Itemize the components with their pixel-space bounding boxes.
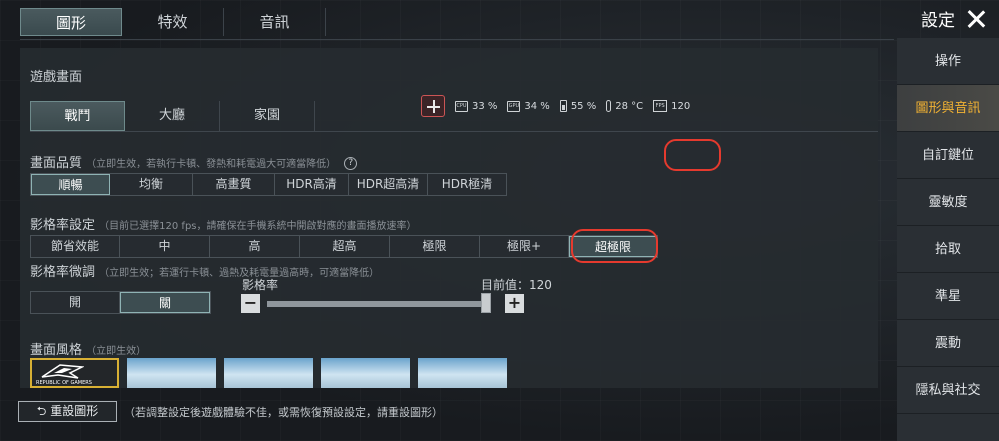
page-title: 設定 (921, 11, 955, 31)
fps-highlight-ring (664, 139, 721, 171)
fine-tune-label-row: 影格率微調 （立即生效；若運行卡頓、過熱及耗電量過高時，可適當降低） (30, 261, 379, 280)
framerate-option[interactable]: 中 (120, 236, 210, 257)
fine-tune-toggle: 開 關 (30, 291, 211, 314)
reset-graphics-button[interactable]: ⮌ 重設圖形 (18, 401, 117, 422)
temperature-stat: 28 °C (606, 100, 643, 112)
tab-lobby[interactable]: 大廳 (125, 101, 220, 131)
top-tab-bar: 圖形 特效 音訊 (20, 8, 326, 40)
slider-label: 影格率 (242, 278, 279, 292)
reset-label: 重設圖形 (50, 404, 99, 418)
quality-label: 畫面品質 (30, 156, 83, 171)
gpu-value: 34 % (524, 100, 550, 112)
quality-option[interactable]: HDR極清 (428, 174, 506, 195)
fps-icon: FPS (653, 100, 668, 112)
style-thumb[interactable] (224, 358, 313, 388)
slider-current-value: 目前值：120 (481, 278, 552, 292)
undo-icon: ⮌ (36, 404, 51, 418)
rog-eye-logo-icon (41, 364, 84, 379)
top-divider (20, 39, 894, 40)
tab-effects[interactable]: 特效 (122, 8, 224, 36)
framerate-label-row: 影格率設定 （目前已選擇120 fps，請確保在手機系統中開啟對應的畫面播放速率… (30, 214, 417, 233)
cpu-stat: CPU 33 % (455, 100, 498, 112)
fps-value: 120 (671, 100, 691, 112)
thermometer-icon (606, 100, 612, 112)
framerate-highlight-ring (571, 229, 658, 263)
style-label-row: 畫面風格 （立即生效） (30, 339, 146, 358)
gpu-stat: GPU 34 % (507, 100, 550, 112)
sidebar-item-pickup[interactable]: 拾取 (897, 226, 999, 273)
style-thumb[interactable] (321, 358, 410, 388)
close-icon[interactable] (965, 8, 987, 30)
style-thumb[interactable] (418, 358, 507, 388)
framerate-label: 影格率設定 (30, 218, 96, 233)
settings-sidebar: 操作 圖形與音訊 自訂鍵位 靈敏度 拾取 準星 震動 隱私與社交 (897, 38, 999, 441)
tab-audio[interactable]: 音訊 (224, 8, 326, 36)
framerate-option[interactable]: 高 (210, 236, 300, 257)
style-hint: （立即生效） (86, 346, 147, 357)
reset-hint: （若調整設定後遊戲體驗不佳，或需恢復預設設定，請重設圖形） (124, 406, 443, 419)
sidebar-item-sensitivity[interactable]: 靈敏度 (897, 179, 999, 226)
sidebar-item-custom-layout[interactable]: 自訂鍵位 (897, 132, 999, 179)
battery-icon (559, 100, 567, 112)
framerate-option[interactable]: 極限 (390, 236, 480, 257)
fps-stat: FPS 120 (653, 100, 690, 112)
cpu-icon: CPU (455, 100, 468, 112)
help-icon[interactable]: ? (344, 157, 358, 170)
tab-battle[interactable]: 戰鬥 (30, 101, 125, 131)
fine-tune-on[interactable]: 開 (31, 292, 120, 313)
title-area: 設定 (921, 6, 987, 31)
quality-option[interactable]: HDR高清 (275, 174, 349, 195)
tab-graphics[interactable]: 圖形 (20, 8, 122, 36)
quality-option[interactable]: 均衡 (110, 174, 193, 195)
slider-plus-button[interactable]: + (505, 294, 524, 313)
tab-home[interactable]: 家園 (220, 101, 315, 131)
framerate-slider-track[interactable] (267, 301, 491, 307)
fine-tune-hint: （立即生效；若運行卡頓、過熱及耗電量過高時，可適當降低） (99, 268, 380, 279)
quality-option[interactable]: 順暢 (31, 174, 110, 195)
sidebar-item-privacy-social[interactable]: 隱私與社交 (897, 367, 999, 414)
rog-text: REPUBLIC OF GAMERS (36, 380, 92, 386)
style-thumb[interactable] (127, 358, 216, 388)
fine-tune-label: 影格率微調 (30, 265, 96, 280)
quality-label-row: 畫面品質 （立即生效，若執行卡頓、發熱和耗電過大可適當降低） ? (30, 152, 358, 171)
style-label: 畫面風格 (30, 343, 83, 358)
game-screen-title: 遊戲畫面 (30, 70, 83, 85)
framerate-selector: 節省效能 中 高 超高 極限 極限+ 超極限 (30, 235, 658, 258)
quality-option[interactable]: HDR超高清 (349, 174, 428, 195)
gpu-icon: GPU (507, 100, 521, 112)
framerate-option[interactable]: 超高 (300, 236, 390, 257)
fine-tune-off[interactable]: 關 (120, 292, 210, 313)
move-icon[interactable] (421, 95, 445, 117)
quality-hint: （立即生效，若執行卡頓、發熱和耗電過大可適當降低） (86, 159, 337, 170)
temperature-value: 28 °C (615, 100, 644, 112)
quality-option[interactable]: 高畫質 (193, 174, 275, 195)
cpu-value: 33 % (472, 100, 498, 112)
sidebar-item-graphics-audio[interactable]: 圖形與音訊 (897, 85, 999, 132)
battery-stat: 55 % (559, 100, 597, 112)
style-thumbnails: REPUBLIC OF GAMERS (30, 358, 507, 388)
performance-status-bar: CPU 33 % GPU 34 % 55 % 28 °C FPS 120 (421, 95, 690, 117)
framerate-option[interactable]: 節省效能 (31, 236, 120, 257)
sidebar-item-vibration[interactable]: 震動 (897, 320, 999, 367)
quality-selector: 順暢 均衡 高畫質 HDR高清 HDR超高清 HDR極清 (30, 173, 507, 196)
style-thumb-rog[interactable]: REPUBLIC OF GAMERS (30, 358, 119, 388)
framerate-slider-thumb[interactable] (481, 293, 491, 313)
slider-minus-button[interactable]: − (241, 294, 260, 313)
framerate-hint: （目前已選擇120 fps，請確保在手機系統中開啟對應的畫面播放速率） (99, 221, 417, 232)
framerate-option[interactable]: 極限+ (480, 236, 569, 257)
battery-value: 55 % (570, 100, 597, 112)
sidebar-item-controls[interactable]: 操作 (897, 38, 999, 85)
sidebar-item-crosshair[interactable]: 準星 (897, 273, 999, 320)
